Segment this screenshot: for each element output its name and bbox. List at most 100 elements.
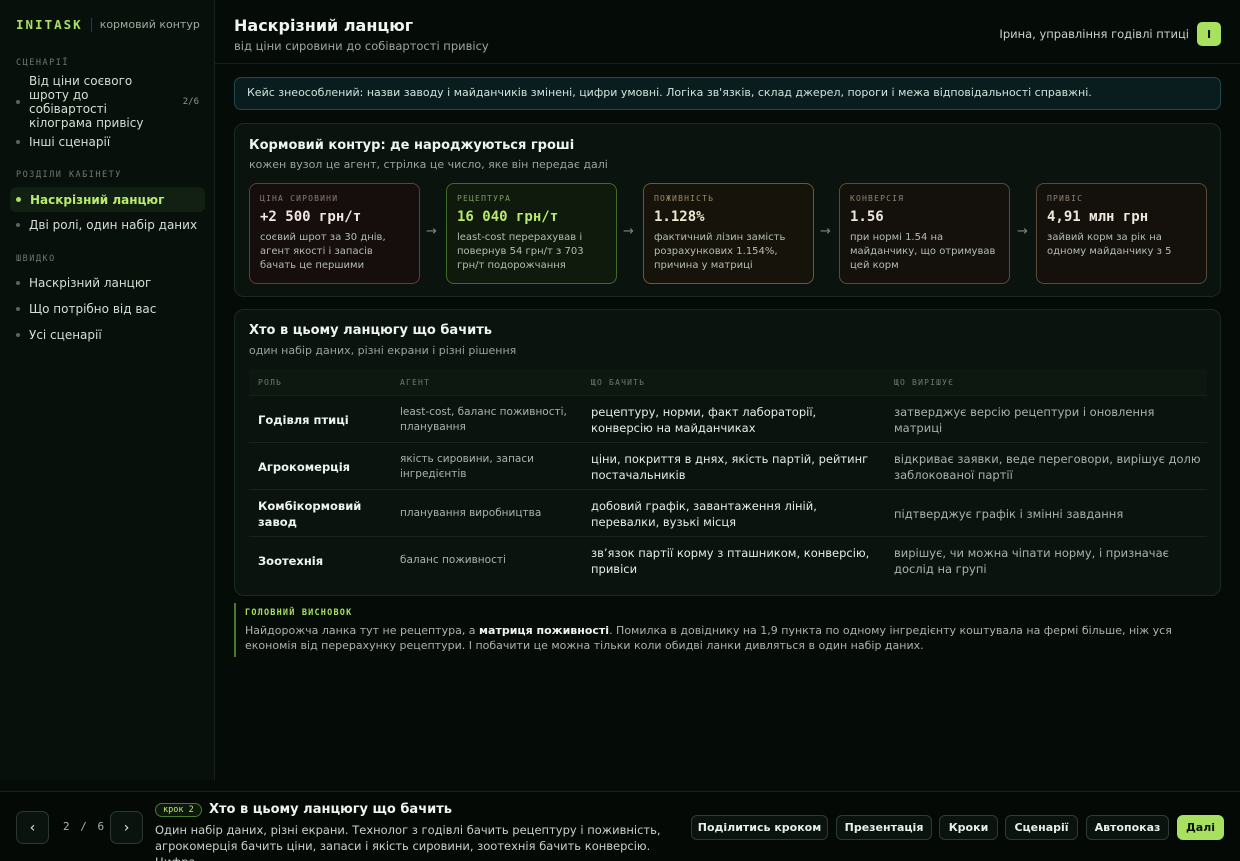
cell-role: Зоотехнія xyxy=(258,553,324,568)
next-step-arrow-button[interactable]: › xyxy=(110,811,143,844)
section-quick-title: ШВИДКО xyxy=(16,254,56,264)
node-value: +2 500 грн/т xyxy=(260,209,362,225)
brand[interactable]: INITASK кормовий контур xyxy=(16,17,200,32)
table-row: Комбікормовий завод планування виробницт… xyxy=(249,489,1207,536)
node-label: ЦІНА СИРОВИНИ xyxy=(260,194,339,203)
main-conclusion: ГОЛОВНИЙ ВИСНОВОК Найдорожча ланка тут н… xyxy=(234,603,1224,657)
cell-sees: рецептуру, норми, факт лабораторії, конв… xyxy=(591,404,817,435)
chain-node-gain[interactable]: ПРИВІС 4,91 млн грн зайвий корм за рік н… xyxy=(1036,183,1207,284)
conclusion-text-start: Найдорожча ланка тут не рецептура, а xyxy=(245,624,480,637)
node-description: при нормі 1.54 на майданчику, що отримув… xyxy=(850,232,996,271)
sidebar-item-label: Що потрібно від вас xyxy=(29,302,157,316)
cell-decides: відкриває заявки, веде переговори, виріш… xyxy=(894,451,1201,482)
bullet-icon xyxy=(16,223,20,227)
node-value: 1.128% xyxy=(654,209,705,225)
step-description: Один набір даних, різні екрани. Технолог… xyxy=(155,823,661,861)
sidebar-item-quick-all[interactable]: Усі сценарії xyxy=(10,326,205,344)
table-row: Зоотехнія баланс поживності зв’язок парт… xyxy=(249,536,1207,583)
cell-sees: ціни, покриття в днях, якість партій, ре… xyxy=(591,451,869,482)
node-label: РЕЦЕПТУРА xyxy=(457,194,512,203)
node-label: ПРИВІС xyxy=(1047,194,1084,203)
card-subtitle: кожен вузол це агент, стрілка це число, … xyxy=(249,158,608,171)
roles-table: РОЛЬ АГЕНТ ЩО БАЧИТЬ ЩО ВИРІШУЄ Годівля … xyxy=(249,369,1207,583)
sidebar-item-label: Наскрізний ланцюг xyxy=(30,192,165,207)
anonymization-notice: Кейс знеособлений: назви заводу і майдан… xyxy=(234,77,1221,110)
cell-decides: затверджує версію рецептури і оновлення … xyxy=(894,404,1155,435)
sidebar-item-scenario-current[interactable]: Від ціни соєвого шроту до собівартості к… xyxy=(10,74,205,130)
arrow-right-icon: → xyxy=(623,224,634,239)
sidebar-item-two-roles[interactable]: Дві ролі, один набір даних xyxy=(10,216,205,234)
section-scenarios-title: СЦЕНАРІЇ xyxy=(16,58,69,68)
node-label: КОНВЕРСІЯ xyxy=(850,194,905,203)
column-header-agent: АГЕНТ xyxy=(400,378,431,387)
steps-button[interactable]: Кроки xyxy=(939,815,998,840)
bullet-icon xyxy=(16,100,20,104)
sidebar-item-label: Дві ролі, один набір даних xyxy=(29,218,198,232)
next-button[interactable]: Далі xyxy=(1177,815,1224,840)
bullet-icon xyxy=(16,307,20,311)
arrow-right-icon: → xyxy=(1017,224,1028,239)
share-step-button[interactable]: Поділитись кроком xyxy=(691,815,828,840)
user-name: Ірина, управління годівлі птиці xyxy=(999,27,1189,41)
sidebar-item-label: Наскрізний ланцюг xyxy=(29,276,152,290)
sidebar-item-quick-chain[interactable]: Наскрізний ланцюг xyxy=(10,274,205,292)
sidebar-item-label: Інші сценарії xyxy=(29,135,111,149)
cell-role: Годівля птиці xyxy=(258,412,349,427)
sidebar-item-other-scenarios[interactable]: Інші сценарії xyxy=(10,133,205,151)
cell-agent: баланс поживності xyxy=(400,554,506,566)
sidebar-item-quick-needs[interactable]: Що потрібно від вас xyxy=(10,300,205,318)
brand-logo: INITASK xyxy=(16,17,83,32)
cell-sees: добовий графік, завантаження ліній, пере… xyxy=(591,498,817,529)
column-header-sees: ЩО БАЧИТЬ xyxy=(591,378,646,387)
conclusion-text: Найдорожча ланка тут не рецептура, а мат… xyxy=(245,623,1224,653)
brand-subtitle: кормовий контур xyxy=(99,18,200,31)
step-pager: 2 / 6 xyxy=(63,820,104,833)
presentation-button[interactable]: Презентація xyxy=(836,815,932,840)
scenarios-button[interactable]: Сценарії xyxy=(1005,815,1078,840)
bullet-icon xyxy=(16,140,20,144)
arrow-right-icon: → xyxy=(820,224,831,239)
conclusion-highlight: матриця поживності xyxy=(479,624,610,637)
card-title: Хто в цьому ланцюгу що бачить xyxy=(249,323,492,338)
autoplay-button[interactable]: Автопоказ xyxy=(1086,815,1169,840)
roles-card: Хто в цьому ланцюгу що бачить один набір… xyxy=(234,309,1221,596)
node-description: зайвий корм за рік на одному майданчику … xyxy=(1047,232,1172,257)
prev-step-button[interactable]: ‹ xyxy=(16,811,49,844)
node-description: фактичний лізин замість розрахункових 1.… xyxy=(654,232,786,271)
step-footer: ‹ 2 / 6 › крок 2 Хто в цьому ланцюгу що … xyxy=(0,791,1240,861)
bullet-icon xyxy=(16,197,21,202)
sidebar: INITASK кормовий контур СЦЕНАРІЇ Від цін… xyxy=(0,0,215,780)
column-header-decides: ЩО ВИРІШУЄ xyxy=(894,378,955,387)
bullet-icon xyxy=(16,333,20,337)
cell-sees: зв’язок партії корму з пташником, конвер… xyxy=(591,545,870,576)
bullet-icon xyxy=(16,281,20,285)
arrow-right-icon: → xyxy=(426,224,437,239)
cell-agent: least-cost, баланс поживності, плануванн… xyxy=(400,405,567,433)
scenario-progress: 2/6 xyxy=(182,97,199,107)
section-cabinet-title: РОЗДІЛИ КАБІНЕТУ xyxy=(16,170,122,180)
table-header: РОЛЬ АГЕНТ ЩО БАЧИТЬ ЩО ВИРІШУЄ xyxy=(249,369,1207,395)
cell-decides: підтверджує графік і змінні завдання xyxy=(894,506,1124,521)
sidebar-item-label: Від ціни соєвого шроту до собівартості к… xyxy=(29,74,144,130)
chain-node-nutrition[interactable]: ПОЖИВНІСТЬ 1.128% фактичний лізин заміст… xyxy=(643,183,814,284)
feed-chain-card: Кормовий контур: де народжуються гроші к… xyxy=(234,123,1221,297)
sidebar-item-label: Усі сценарії xyxy=(29,328,102,342)
sidebar-item-chain[interactable]: Наскрізний ланцюг xyxy=(10,187,205,212)
cell-role: Комбікормовий завод xyxy=(258,498,362,529)
node-value: 16 040 грн/т xyxy=(457,209,559,225)
cell-agent: якість сировини, запаси інгредієнтів xyxy=(400,452,534,480)
card-title: Кормовий контур: де народжуються гроші xyxy=(249,138,575,153)
page-header: Наскрізний ланцюг від ціни сировини до с… xyxy=(215,0,1240,64)
node-description: соєвий шрот за 30 днів, агент якості і з… xyxy=(260,232,386,271)
node-label: ПОЖИВНІСТЬ xyxy=(654,194,715,203)
page-title: Наскрізний ланцюг xyxy=(234,16,414,35)
chain-node-conversion[interactable]: КОНВЕРСІЯ 1.56 при нормі 1.54 на майданч… xyxy=(839,183,1010,284)
brand-divider xyxy=(90,17,92,32)
node-value: 1.56 xyxy=(850,209,884,225)
cell-role: Агрокомерція xyxy=(258,459,351,474)
avatar[interactable]: І xyxy=(1197,22,1221,46)
chain-node-raw-price[interactable]: ЦІНА СИРОВИНИ +2 500 грн/т соєвий шрот з… xyxy=(249,183,420,284)
chain-node-recipe[interactable]: РЕЦЕПТУРА 16 040 грн/т least-cost перера… xyxy=(446,183,617,284)
card-subtitle: один набір даних, різні екрани і різні р… xyxy=(249,344,517,357)
user-menu[interactable]: Ірина, управління годівлі птиці І xyxy=(999,22,1221,46)
